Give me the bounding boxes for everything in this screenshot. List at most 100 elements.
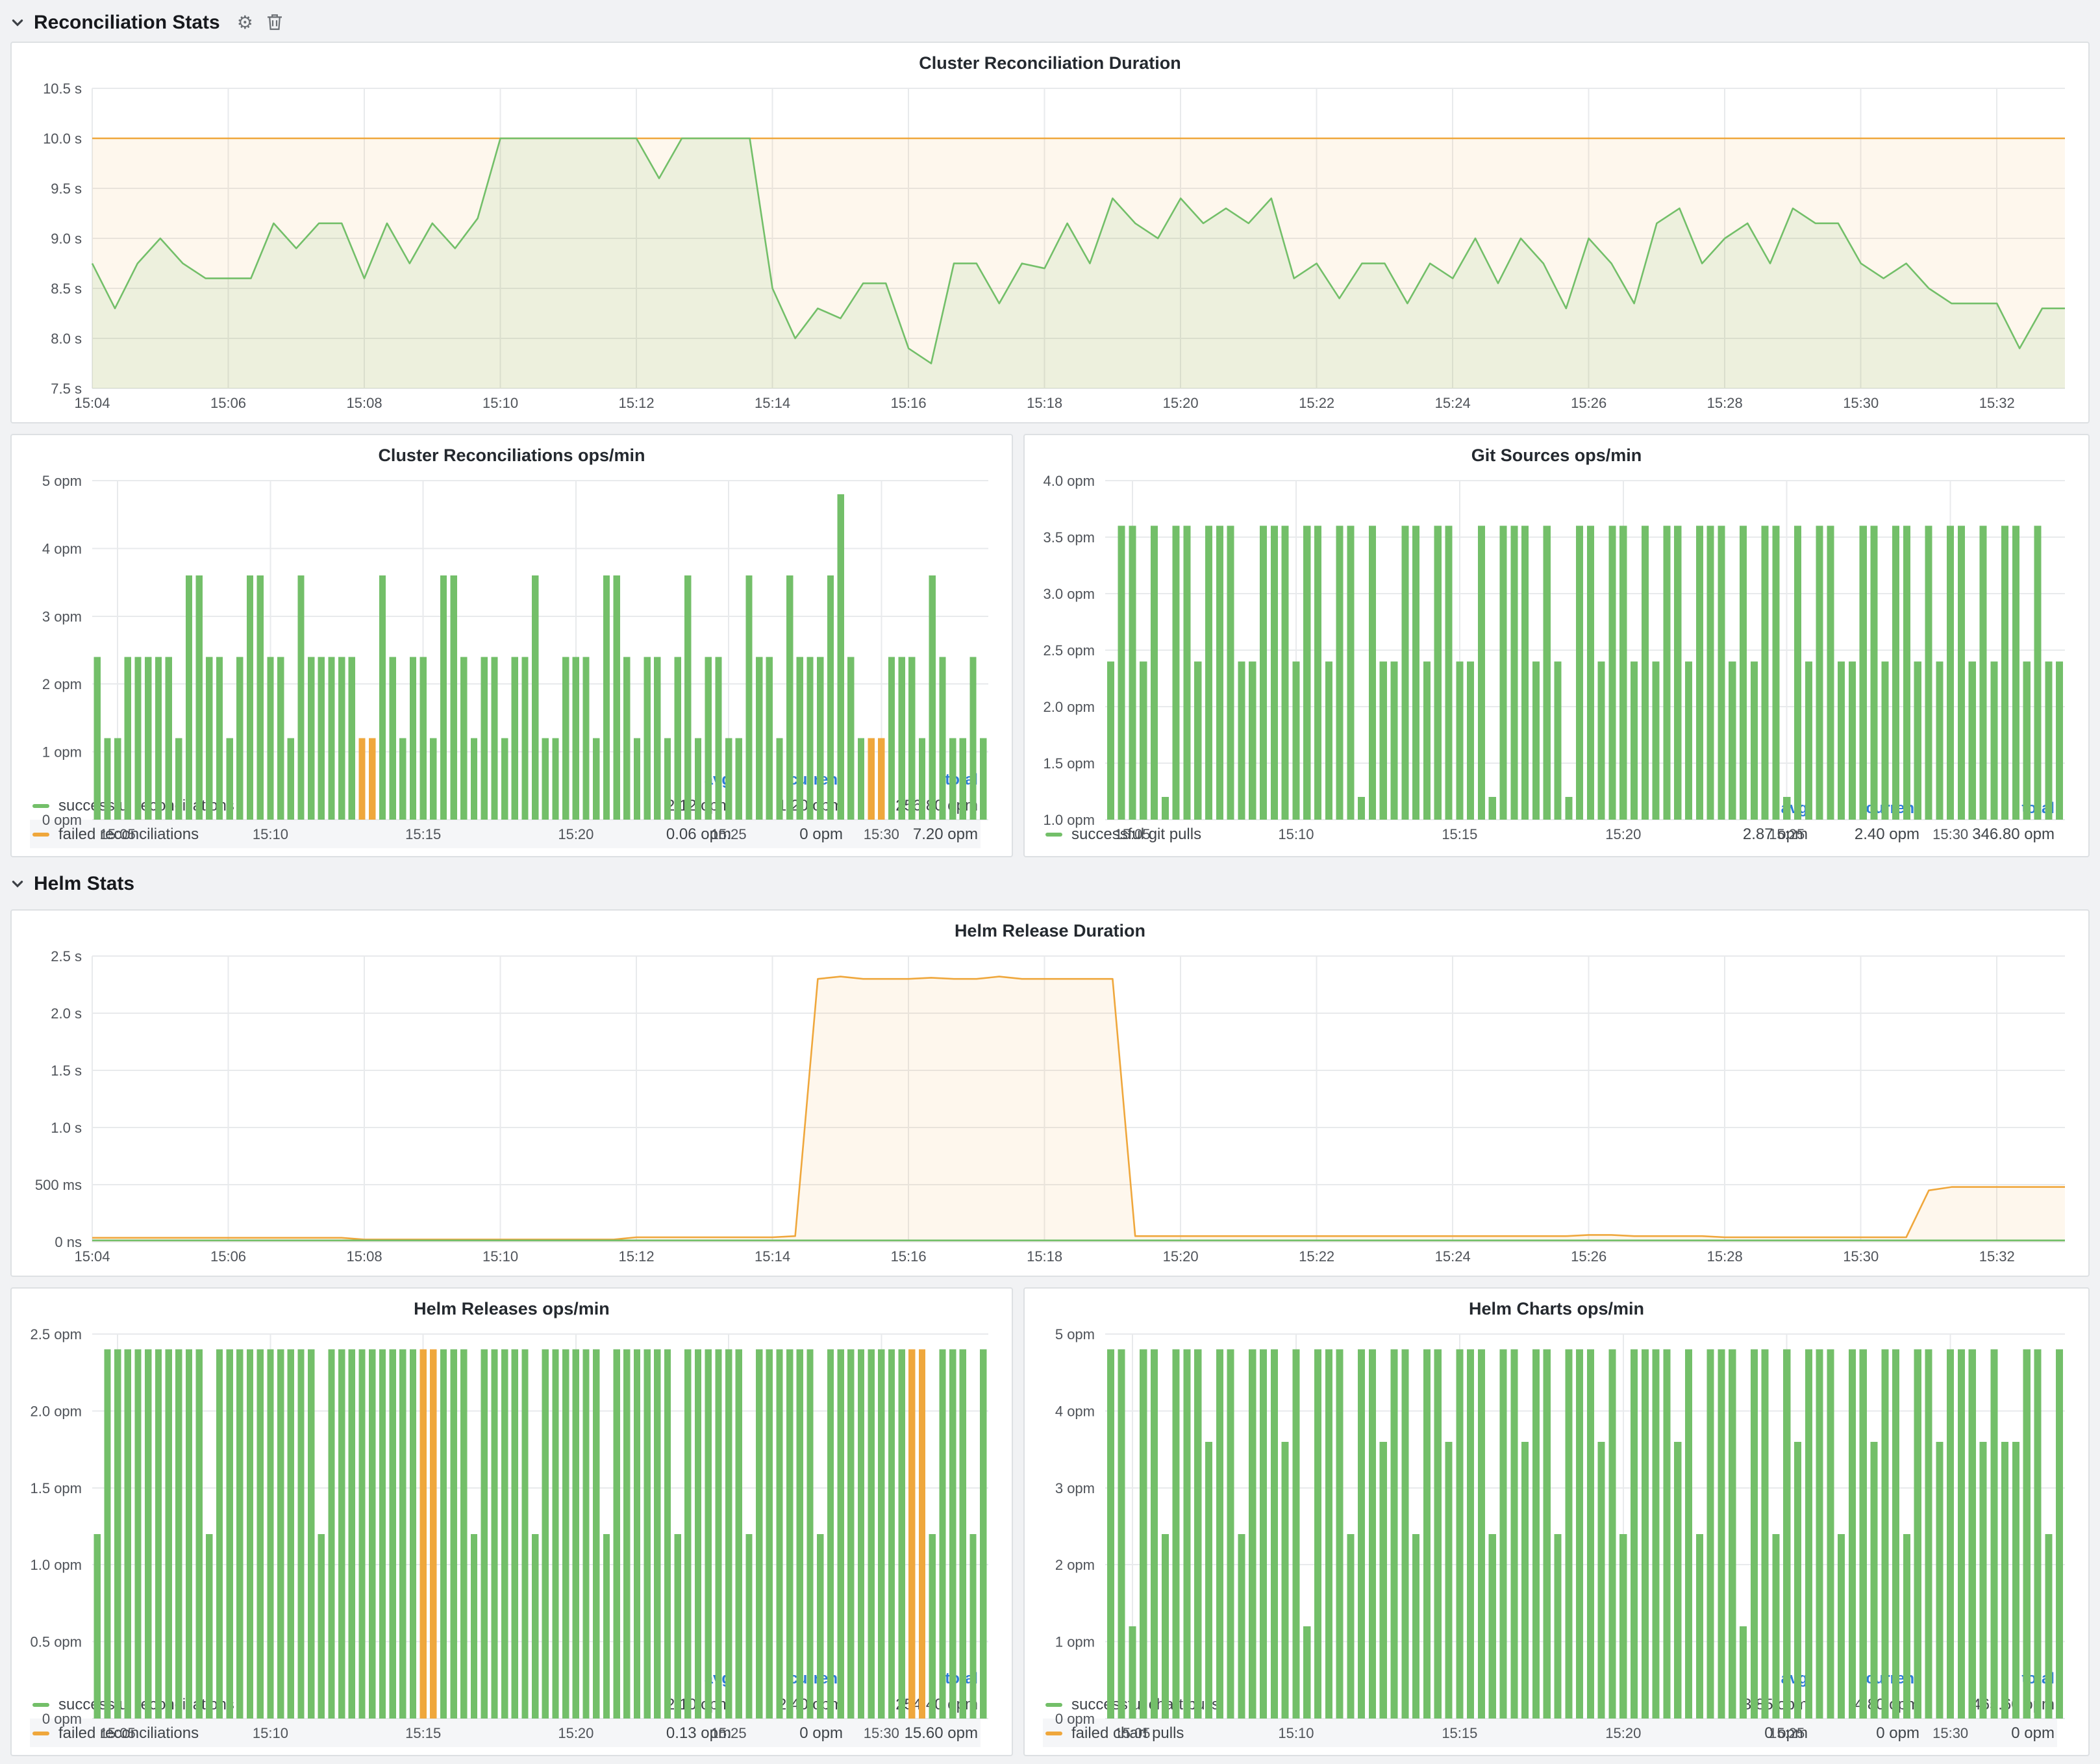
bar <box>939 657 945 820</box>
bar <box>1969 661 1976 820</box>
bar <box>644 657 650 820</box>
cluster-reconciliations-chart[interactable]: 0 opm1 opm2 opm3 opm4 opm5 opm15:0515:10… <box>25 470 999 846</box>
y-axis-tick-label: 5 opm <box>1055 1326 1095 1342</box>
bar <box>756 1350 762 1719</box>
bar <box>1674 1442 1681 1719</box>
panel-cluster-reconciliation-duration: Cluster Reconciliation Duration 7.5 s8.0… <box>10 42 2090 423</box>
bar <box>1391 661 1398 820</box>
bar <box>186 1350 192 1719</box>
helm-release-duration-chart[interactable]: 0 ns500 ms1.0 s1.5 s2.0 s2.5 s15:0415:06… <box>25 946 2075 1268</box>
bar <box>664 1350 671 1719</box>
cluster-reconciliation-duration-chart[interactable]: 7.5 s8.0 s8.5 s9.0 s9.5 s10.0 s10.5 s15:… <box>25 78 2075 414</box>
bar <box>1249 1350 1256 1719</box>
x-axis-tick-label: 15:10 <box>253 1725 288 1741</box>
bar <box>1794 526 1801 820</box>
bar <box>613 575 619 820</box>
bar <box>715 1350 721 1719</box>
panel-title[interactable]: Helm Releases ops/min <box>25 1295 999 1324</box>
helm-charts-chart[interactable]: 0 opm1 opm2 opm3 opm4 opm5 opm15:0515:10… <box>1038 1324 2075 1745</box>
bar <box>1521 1442 1529 1719</box>
bar <box>1456 1350 1463 1719</box>
x-axis-tick-label: 15:28 <box>1707 1248 1743 1265</box>
gear-icon[interactable]: ⚙ <box>237 13 253 31</box>
bar <box>1183 526 1190 820</box>
bar <box>827 1350 834 1719</box>
bar <box>1631 661 1638 820</box>
bar <box>1903 1534 1910 1719</box>
bar <box>1369 526 1376 820</box>
bar <box>1423 1350 1431 1719</box>
bar <box>349 1350 355 1719</box>
x-axis-tick-label: 15:20 <box>1605 1725 1641 1741</box>
bar <box>1838 661 1845 820</box>
git-sources-chart[interactable]: 1.0 opm1.5 opm2.0 opm2.5 opm3.0 opm3.5 o… <box>1038 470 2075 846</box>
bar <box>195 575 202 820</box>
y-axis-tick-label: 3.0 opm <box>1044 586 1095 602</box>
bar <box>318 657 325 820</box>
y-axis-tick-label: 2.0 opm <box>31 1403 82 1419</box>
bar <box>247 1350 253 1719</box>
bar <box>745 575 752 820</box>
bar <box>94 1534 101 1719</box>
bar <box>134 1350 141 1719</box>
bar <box>847 1350 854 1719</box>
chevron-down-icon[interactable] <box>10 15 25 29</box>
bar <box>277 657 284 820</box>
bar <box>175 738 182 820</box>
bar <box>134 657 141 820</box>
bar <box>358 738 365 820</box>
bar <box>1631 1350 1638 1719</box>
bar <box>430 738 436 820</box>
y-axis-tick-label: 2.5 opm <box>1044 642 1095 659</box>
y-axis-tick-label: 4 opm <box>42 540 82 557</box>
x-axis-tick-label: 15:20 <box>558 1725 594 1741</box>
x-axis-tick-label: 15:32 <box>1979 1248 2015 1265</box>
row-title[interactable]: Reconciliation Stats <box>34 11 220 33</box>
bar <box>1434 526 1442 820</box>
x-axis-tick-label: 15:04 <box>74 395 110 411</box>
chevron-down-icon[interactable] <box>10 876 25 890</box>
x-axis-tick-label: 15:05 <box>1114 1725 1150 1741</box>
trash-icon[interactable] <box>266 13 283 31</box>
bar <box>1162 797 1169 820</box>
bar <box>1925 526 1932 820</box>
bar <box>1990 1350 1997 1719</box>
bar <box>1805 661 1812 820</box>
bar <box>623 1350 630 1719</box>
helm-releases-chart[interactable]: 0 opm0.5 opm1.0 opm1.5 opm2.0 opm2.5 opm… <box>25 1324 999 1745</box>
bar <box>858 1350 864 1719</box>
row-title[interactable]: Helm Stats <box>34 872 134 894</box>
x-axis-tick-label: 15:15 <box>405 1725 441 1741</box>
y-axis-tick-label: 1.5 opm <box>31 1480 82 1496</box>
series-area <box>92 977 2065 1242</box>
bar <box>1434 1350 1442 1719</box>
bar <box>1205 526 1212 820</box>
bar <box>145 657 151 820</box>
bar <box>827 575 834 820</box>
bar <box>1729 661 1736 820</box>
bar <box>195 1350 202 1719</box>
panel-title[interactable]: Cluster Reconciliations ops/min <box>25 442 999 470</box>
bar <box>369 738 375 820</box>
x-axis-tick-label: 15:25 <box>1769 826 1805 842</box>
bar <box>1685 661 1692 820</box>
x-axis-tick-label: 15:05 <box>100 1725 136 1741</box>
y-axis-tick-label: 2.5 opm <box>31 1326 82 1342</box>
bar <box>1423 661 1431 820</box>
bar <box>521 1350 528 1719</box>
bar <box>206 657 212 820</box>
bar <box>1500 526 1507 820</box>
bar <box>1401 1350 1408 1719</box>
bar <box>1587 526 1594 820</box>
x-axis-tick-label: 15:10 <box>253 826 288 842</box>
bar <box>501 1350 508 1719</box>
y-axis-tick-label: 2 opm <box>1055 1557 1095 1573</box>
bar <box>1816 1350 1823 1719</box>
panel-title[interactable]: Helm Charts ops/min <box>1038 1295 2075 1324</box>
panel-title[interactable]: Helm Release Duration <box>25 917 2075 946</box>
bar <box>1925 1350 1932 1719</box>
y-axis-tick-label: 9.0 s <box>51 231 82 247</box>
panel-title[interactable]: Cluster Reconciliation Duration <box>25 49 2075 78</box>
panel-title[interactable]: Git Sources ops/min <box>1038 442 2075 470</box>
bar <box>1173 1350 1180 1719</box>
